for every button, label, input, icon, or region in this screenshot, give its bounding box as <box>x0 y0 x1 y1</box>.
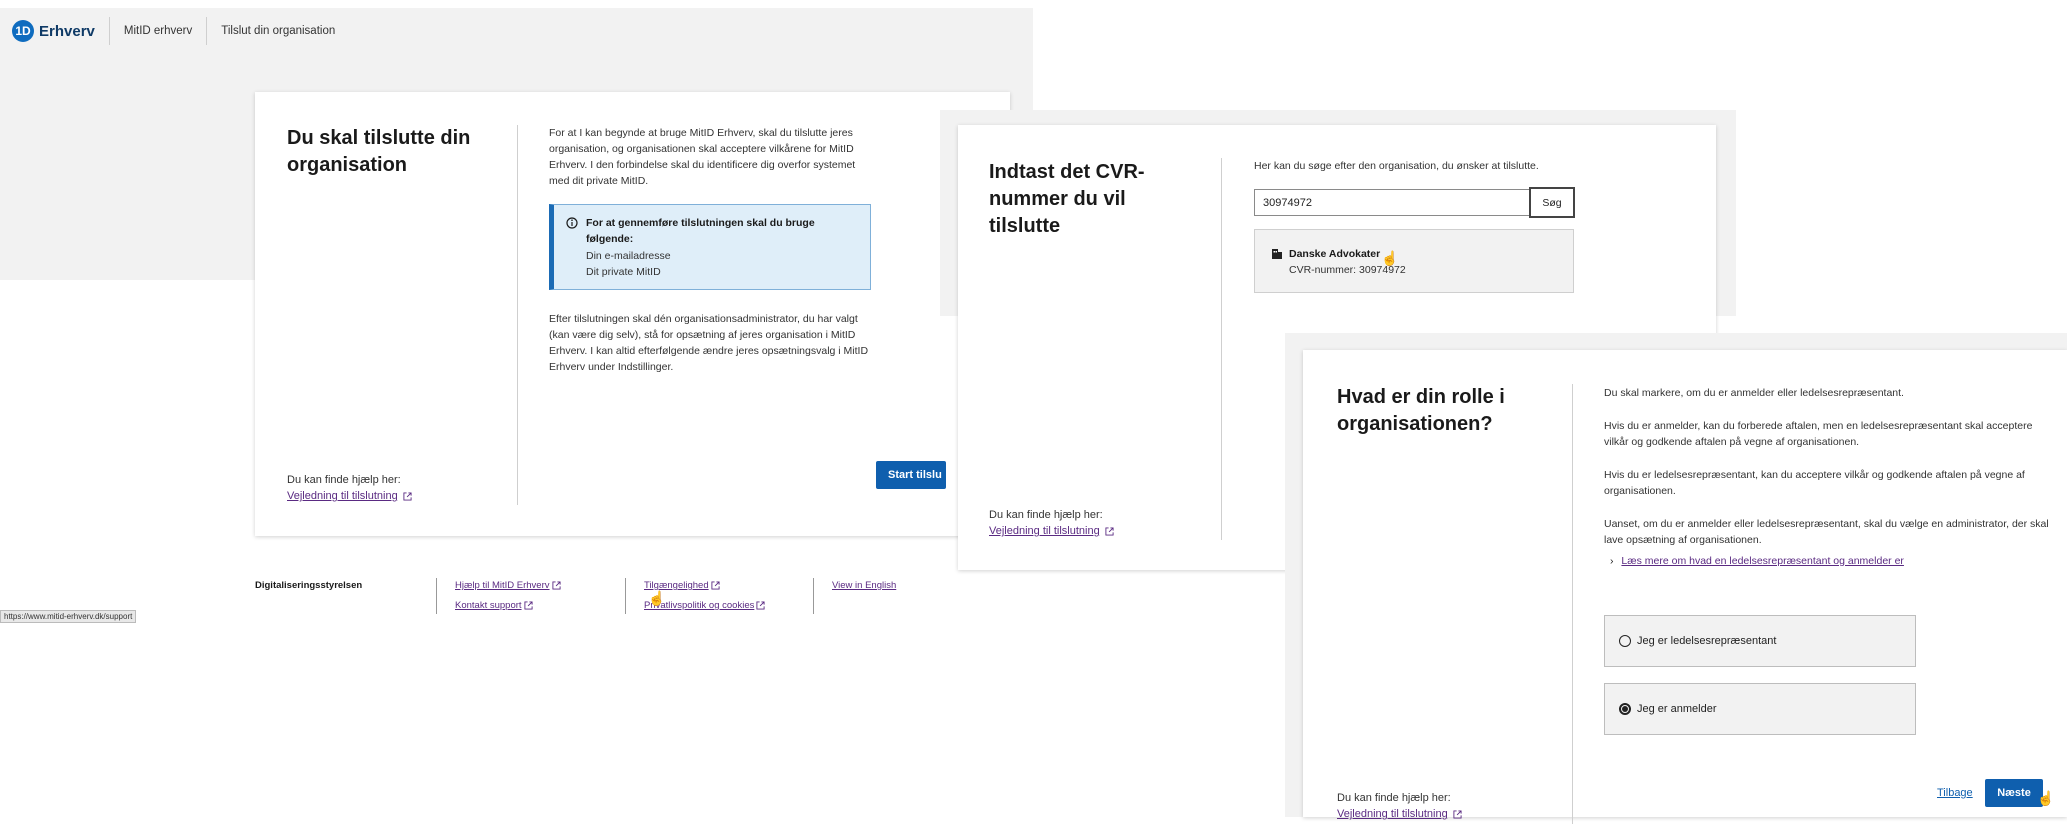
radio-checked-icon[interactable] <box>1619 703 1631 715</box>
next-button-label: Næste <box>1997 787 2031 799</box>
role-paragraph-3: Hvis du er ledelsesrepræsentant, kan du … <box>1604 469 2025 497</box>
search-result[interactable]: Danske Advokater CVR-nummer: 30974972 ☝ <box>1254 229 1574 293</box>
external-link-icon <box>1453 810 1462 819</box>
role-paragraph-4: Uanset, om du er anmelder eller ledelses… <box>1604 518 2049 546</box>
role-option-label: Jeg er anmelder <box>1637 703 1717 715</box>
back-link[interactable]: Tilbage <box>1937 787 1973 799</box>
cvr-input[interactable]: 30974972 <box>1254 189 1530 216</box>
next-button[interactable]: Næste <box>1985 779 2043 807</box>
external-link-icon <box>403 492 412 501</box>
help-link[interactable]: Vejledning til tilslutning <box>989 525 1114 537</box>
site-header: 1D Erhverv MitID erhverv Tilslut din org… <box>0 8 1033 54</box>
cvr-instruction: Her kan du søge efter den organisation, … <box>1254 160 1539 172</box>
logo[interactable]: 1D Erhverv <box>12 20 95 42</box>
logo-mark-icon: 1D <box>12 20 34 42</box>
role-option-representative[interactable]: Jeg er ledelsesrepræsentant <box>1604 615 1916 667</box>
search-button[interactable]: Søg <box>1529 187 1575 218</box>
help-label: Du kan finde hjælp her: <box>989 509 1103 521</box>
role-paragraph-1: Du skal markere, om du er anmelder eller… <box>1604 387 1904 399</box>
breadcrumb-mitid-erhverv[interactable]: MitID erhverv <box>124 25 192 37</box>
header-divider <box>206 17 208 45</box>
footer-divider <box>625 578 626 614</box>
footer-divider <box>436 578 437 614</box>
header-divider <box>108 17 110 45</box>
card-divider <box>517 125 518 505</box>
footer-link-text: Kontakt support <box>455 600 522 611</box>
help-link[interactable]: Vejledning til tilslutning <box>1337 808 1462 820</box>
external-link-icon <box>711 581 720 590</box>
footer-link-support[interactable]: Kontakt support <box>455 600 533 611</box>
intro-text: For at I kan begynde at bruge MitID Erhv… <box>549 127 856 187</box>
external-link-icon <box>756 601 765 610</box>
footer-org: Digitaliseringsstyrelsen <box>255 580 363 591</box>
role-option-notifier[interactable]: Jeg er anmelder <box>1604 683 1916 735</box>
footer-link-text: Hjælp til MitID Erhverv <box>455 580 550 591</box>
info-item: Dit private MitID <box>586 266 661 278</box>
external-link-icon <box>523 601 533 610</box>
chevron-right-icon: › <box>1610 555 1614 567</box>
footer-link-help[interactable]: Hjælp til MitID Erhverv <box>455 580 561 591</box>
info-icon <box>566 217 578 229</box>
help-link-text: Vejledning til tilslutning <box>989 525 1100 537</box>
external-link-icon <box>551 581 561 590</box>
info-box: For at gennemføre tilslutningen skal du … <box>549 204 871 290</box>
start-button[interactable]: Start tilslu <box>876 461 946 489</box>
start-button-label: Start tilslu <box>888 469 942 481</box>
hand-cursor-icon: ☝ <box>1381 250 1399 266</box>
role-title: Hvad er din rolle i organisationen? <box>1337 386 1505 435</box>
help-link[interactable]: Vejledning til tilslutning <box>287 490 412 502</box>
breadcrumb-tilslut[interactable]: Tilslut din organisation <box>221 25 335 37</box>
cvr-input-value: 30974972 <box>1263 196 1312 209</box>
help-label: Du kan finde hjælp her: <box>287 474 401 486</box>
result-name: Danske Advokater <box>1289 248 1381 260</box>
help-link-text: Vejledning til tilslutning <box>1337 808 1448 820</box>
external-link-icon <box>1105 527 1114 536</box>
read-more-link[interactable]: › Læs mere om hvad en ledelsesrepræsenta… <box>1610 555 1904 567</box>
hand-cursor-icon: ☝ <box>2037 790 2055 806</box>
info-item: Din e-mailadresse <box>586 250 671 262</box>
read-more-text: Læs mere om hvad en ledelsesrepræsentant… <box>1621 555 1904 567</box>
logo-text: Erhverv <box>39 22 95 40</box>
role-paragraph-2: Hvis du er anmelder, kan du forberede af… <box>1604 420 2033 448</box>
hand-cursor-icon: ☝ <box>648 590 666 606</box>
role-option-label: Jeg er ledelsesrepræsentant <box>1637 635 1777 647</box>
radio-unchecked-icon[interactable] <box>1619 635 1631 647</box>
building-icon <box>1272 249 1282 259</box>
status-bar-url: https://www.mitid-erhverv.dk/support <box>0 610 137 623</box>
page-title: Du skal tilslutte din organisation <box>287 127 471 176</box>
footer-divider <box>813 578 814 614</box>
card-divider <box>1572 384 1573 824</box>
cvr-title: Indtast det CVR-nummer du vil tilslutte <box>989 161 1145 237</box>
intro-card: Du skal tilslutte din organisation For a… <box>255 92 1010 536</box>
role-card: Hvad er din rolle i organisationen? Du s… <box>1303 350 2067 824</box>
footer-link-english[interactable]: View in English <box>832 580 896 591</box>
after-connection-text: Efter tilslutningen skal dén organisatio… <box>549 313 869 373</box>
search-button-label: Søg <box>1542 196 1562 209</box>
card-divider <box>1221 158 1222 540</box>
info-title: For at gennemføre tilslutningen skal du … <box>586 217 815 245</box>
help-link-text: Vejledning til tilslutning <box>287 490 398 502</box>
help-label: Du kan finde hjælp her: <box>1337 792 1451 804</box>
